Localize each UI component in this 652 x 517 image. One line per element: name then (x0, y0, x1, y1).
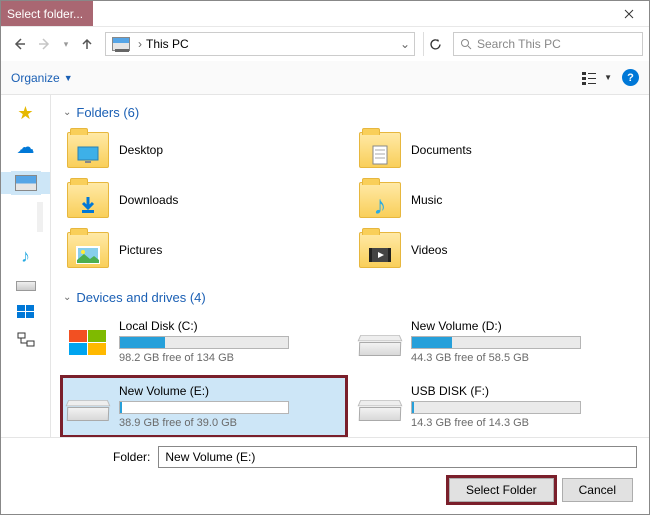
arrow-up-icon (80, 37, 94, 51)
folders-header-text: Folders (6) (76, 105, 139, 120)
chevron-down-icon: ▼ (64, 73, 73, 83)
folder-label: Music (411, 193, 442, 207)
sidebar-disk[interactable] (16, 281, 36, 291)
titlebar: Select folder... (1, 1, 649, 27)
drive-free-text: 44.3 GB free of 58.5 GB (411, 352, 633, 364)
drive-icon (67, 393, 109, 421)
network-icon (16, 332, 36, 348)
footer: Folder: Select Folder Cancel (1, 437, 649, 514)
drive-label: New Volume (E:) (119, 384, 341, 398)
drive-icon (359, 328, 401, 356)
drive-icon (359, 393, 401, 421)
content-pane: ⌄ Folders (6) Desktop Documents Download… (51, 95, 649, 437)
arrow-left-icon (11, 36, 27, 52)
folder-icon (67, 232, 109, 268)
chevron-down-icon: ⌄ (63, 292, 71, 303)
folder-pictures[interactable]: Pictures (63, 228, 345, 272)
drive-usage-bar (411, 401, 581, 414)
close-icon (624, 9, 634, 19)
sidebar: ★ ☁ ♪ (1, 95, 51, 437)
search-placeholder: Search This PC (477, 37, 561, 51)
folders-section-header[interactable]: ⌄ Folders (6) (63, 105, 637, 120)
drive-local-c[interactable]: Local Disk (C:) 98.2 GB free of 134 GB (63, 313, 345, 370)
folder-label: Pictures (119, 243, 162, 257)
drive-usage-bar (119, 336, 289, 349)
address-bar[interactable]: › This PC ⌄ (105, 32, 415, 56)
drives-header-text: Devices and drives (4) (76, 290, 205, 305)
folder-desktop[interactable]: Desktop (63, 128, 345, 172)
folder-icon (359, 132, 401, 168)
chevron-down-icon: ⌄ (63, 107, 71, 118)
this-pc-icon (112, 37, 130, 51)
pc-icon (15, 175, 37, 191)
back-button[interactable] (7, 32, 31, 56)
nav-bar: ▾ › This PC ⌄ Search This PC (1, 27, 649, 61)
close-button[interactable] (609, 1, 649, 27)
up-button[interactable] (75, 32, 99, 56)
sidebar-music[interactable]: ♪ (21, 246, 30, 267)
select-folder-dialog: Select folder... ▾ › This PC ⌄ Sear (0, 0, 650, 515)
folder-videos[interactable]: Videos (355, 228, 637, 272)
sidebar-quick-access[interactable]: ★ (16, 103, 36, 123)
breadcrumb-separator-icon: › (138, 37, 142, 51)
drive-volume-e[interactable]: New Volume (E:) 38.9 GB free of 39.0 GB (63, 378, 345, 435)
drive-free-text: 98.2 GB free of 134 GB (119, 352, 341, 364)
folder-music[interactable]: ♪ Music (355, 178, 637, 222)
drive-usb-f[interactable]: USB DISK (F:) 14.3 GB free of 14.3 GB (355, 378, 637, 435)
refresh-button[interactable] (423, 32, 447, 56)
search-input[interactable]: Search This PC (453, 32, 643, 56)
cancel-button[interactable]: Cancel (562, 478, 633, 502)
folder-documents[interactable]: Documents (355, 128, 637, 172)
folder-field-label: Folder: (113, 450, 150, 464)
folder-icon: ♪ (359, 182, 401, 218)
view-icon (582, 71, 600, 85)
sidebar-network[interactable] (16, 332, 36, 353)
drive-label: USB DISK (F:) (411, 384, 633, 398)
sidebar-this-pc[interactable] (1, 172, 50, 194)
folder-label: Documents (411, 143, 472, 157)
forward-button[interactable] (33, 32, 57, 56)
drive-free-text: 14.3 GB free of 14.3 GB (411, 417, 633, 429)
search-icon (460, 38, 472, 50)
toolbar: Organize ▼ ▼ ? (1, 61, 649, 95)
address-dropdown-icon[interactable]: ⌄ (396, 37, 414, 51)
folder-downloads[interactable]: Downloads (63, 178, 345, 222)
drive-label: New Volume (D:) (411, 319, 633, 333)
refresh-icon (429, 38, 442, 51)
help-button[interactable]: ? (622, 69, 639, 86)
folder-icon (67, 182, 109, 218)
folder-icon (359, 232, 401, 268)
folder-label: Downloads (119, 193, 178, 207)
sidebar-tiles-icon[interactable] (17, 305, 34, 318)
organize-menu[interactable]: Organize ▼ (11, 71, 73, 85)
arrow-right-icon (37, 36, 53, 52)
drive-free-text: 38.9 GB free of 39.0 GB (119, 417, 341, 429)
drive-usage-bar (119, 401, 289, 414)
drive-volume-d[interactable]: New Volume (D:) 44.3 GB free of 58.5 GB (355, 313, 637, 370)
sidebar-scrollbar[interactable] (37, 202, 43, 232)
select-folder-button[interactable]: Select Folder (449, 478, 554, 502)
drive-label: Local Disk (C:) (119, 319, 341, 333)
sidebar-onedrive[interactable]: ☁ (17, 137, 35, 158)
drive-usage-bar (411, 336, 581, 349)
titlebar-text: Select folder... (1, 1, 93, 26)
organize-label: Organize (11, 71, 60, 85)
view-options-button[interactable]: ▼ (582, 71, 612, 85)
breadcrumb-location: This PC (144, 37, 396, 51)
os-drive-icon (67, 328, 109, 356)
folder-icon (67, 132, 109, 168)
chevron-down-icon: ▼ (604, 73, 612, 82)
folder-input[interactable] (158, 446, 637, 468)
folder-label: Videos (411, 243, 447, 257)
recent-dropdown[interactable]: ▾ (59, 32, 73, 56)
drives-section-header[interactable]: ⌄ Devices and drives (4) (63, 290, 637, 305)
folder-label: Desktop (119, 143, 163, 157)
